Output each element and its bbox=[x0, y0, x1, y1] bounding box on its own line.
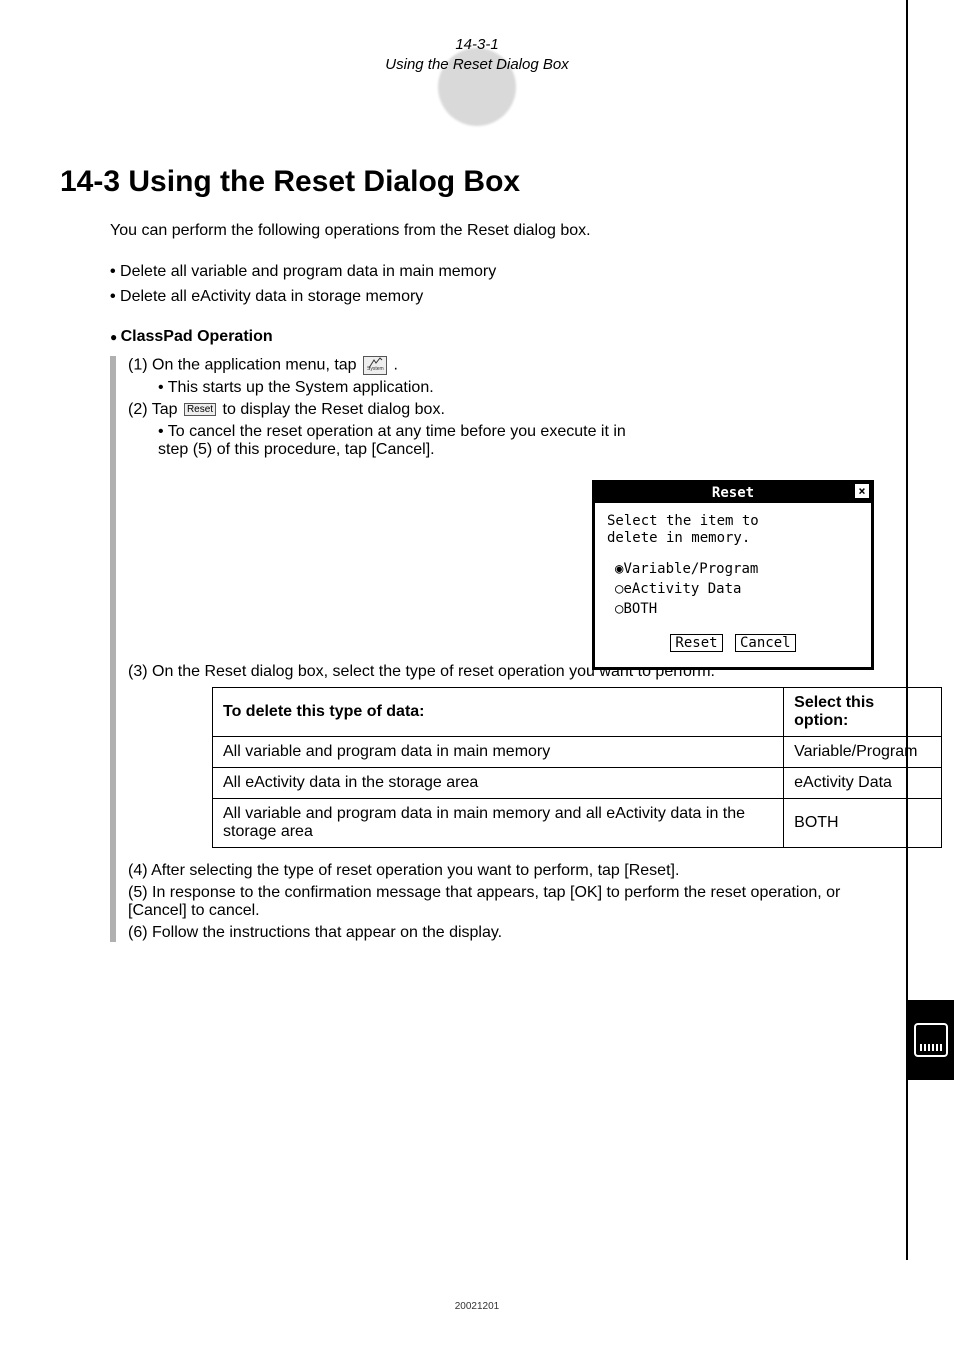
header-ref: 14-3-1 bbox=[60, 35, 894, 55]
system-icon: System bbox=[363, 356, 387, 375]
dialog-message: Select the item to bbox=[607, 513, 859, 530]
dialog-title-text: Reset bbox=[712, 485, 754, 501]
step-4: (4) After selecting the type of reset op… bbox=[128, 862, 894, 880]
step-1: (1) On the application menu, tap System … bbox=[128, 356, 628, 375]
intro-bullet: Delete all variable and program data in … bbox=[110, 260, 894, 285]
step-1-sub: This starts up the System application. bbox=[158, 379, 628, 397]
cell-delete: All variable and program data in main me… bbox=[213, 737, 784, 768]
intro-bullet: Delete all eActivity data in storage mem… bbox=[110, 285, 894, 310]
footer-number: 20021201 bbox=[455, 1301, 500, 1312]
step-1-text: (1) On the application menu, tap bbox=[128, 357, 361, 374]
close-icon[interactable]: × bbox=[855, 484, 869, 498]
radio-variable-program[interactable]: Variable/Program bbox=[607, 561, 859, 577]
radio-eactivity[interactable]: eActivity Data bbox=[607, 581, 859, 597]
step-2-before: (2) Tap bbox=[128, 401, 182, 418]
reset-button[interactable]: Reset bbox=[670, 634, 722, 652]
step-1-after: . bbox=[393, 357, 397, 374]
step-2-after: to display the Reset dialog box. bbox=[223, 401, 445, 418]
step-6: (6) Follow the instructions that appear … bbox=[128, 924, 894, 942]
radio-both[interactable]: BOTH bbox=[607, 601, 859, 617]
col-option-header: Select this option: bbox=[784, 688, 942, 737]
step-5: (5) In response to the confirmation mess… bbox=[128, 884, 894, 920]
step-2-sub: To cancel the reset operation at any tim… bbox=[158, 423, 628, 459]
cell-option: BOTH bbox=[784, 799, 942, 848]
table-row: All eActivity data in the storage area e… bbox=[213, 768, 942, 799]
side-tab bbox=[908, 1000, 954, 1080]
table-row: To delete this type of data: Select this… bbox=[213, 688, 942, 737]
cancel-button[interactable]: Cancel bbox=[735, 634, 796, 652]
calculator-icon bbox=[914, 1023, 948, 1057]
cell-option: eActivity Data bbox=[784, 768, 942, 799]
step-2: (2) Tap Reset to display the Reset dialo… bbox=[128, 401, 628, 419]
dialog-message: delete in memory. bbox=[607, 530, 859, 547]
svg-text:System: System bbox=[367, 366, 384, 371]
col-delete-header: To delete this type of data: bbox=[213, 688, 784, 737]
table-row: All variable and program data in main me… bbox=[213, 737, 942, 768]
intro-text: You can perform the following operations… bbox=[110, 219, 894, 244]
section-title: 14-3 Using the Reset Dialog Box bbox=[60, 165, 894, 199]
reset-options-table: To delete this type of data: Select this… bbox=[212, 687, 942, 848]
cell-option: Variable/Program bbox=[784, 737, 942, 768]
header-title: Using the Reset Dialog Box bbox=[60, 55, 894, 75]
cell-delete: All eActivity data in the storage area bbox=[213, 768, 784, 799]
table-row: All variable and program data in main me… bbox=[213, 799, 942, 848]
cell-delete: All variable and program data in main me… bbox=[213, 799, 784, 848]
reset-icon: Reset bbox=[184, 403, 216, 416]
reset-dialog: Reset × Select the item to delete in mem… bbox=[592, 480, 874, 670]
operation-heading: ClassPad Operation bbox=[110, 325, 894, 350]
dialog-titlebar: Reset × bbox=[595, 483, 871, 503]
